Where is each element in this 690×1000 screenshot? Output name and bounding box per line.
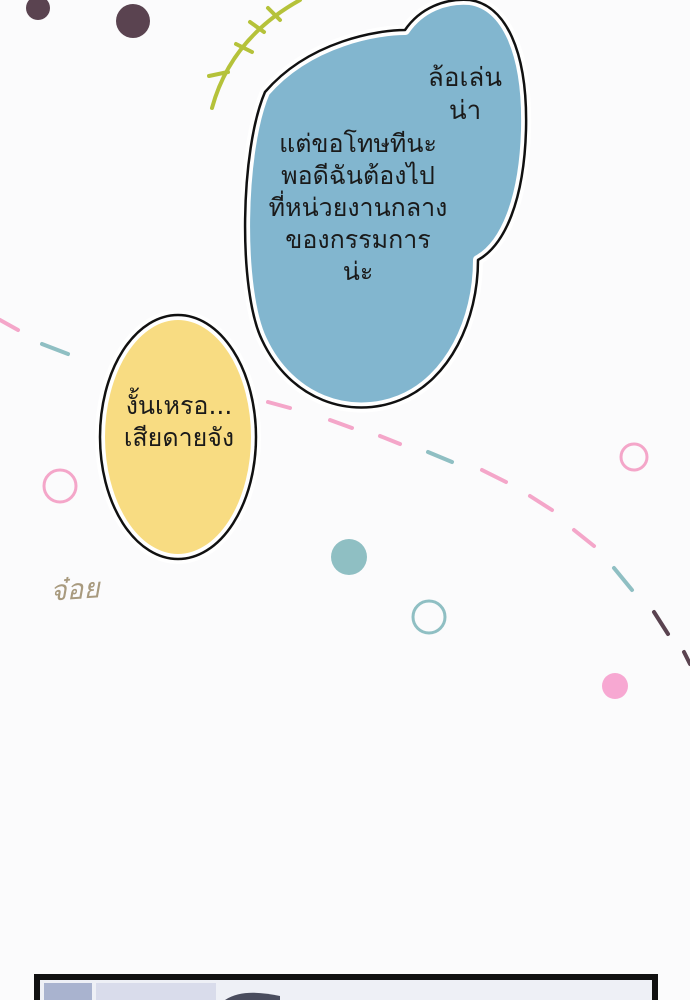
dark-dot-1 — [26, 0, 50, 20]
pink-dot — [602, 673, 628, 699]
dark-dot-2 — [116, 4, 150, 38]
speech-text-apology: แต่ขอโทษทีนะ พอดีฉันต้องไป ที่หน่วยงานกล… — [268, 129, 448, 286]
pink-ring-right — [619, 442, 649, 472]
teal-dot — [331, 539, 367, 575]
speech-text-joking: ล้อเล่น น่า — [427, 63, 503, 127]
speech-text-disappointed: งั้นเหรอ... เสียดายจัง — [123, 391, 235, 452]
pink-ring-left — [42, 468, 78, 504]
sound-effect-text: จ๋อย — [48, 571, 101, 608]
teal-ring — [411, 599, 447, 635]
next-panel-edge — [34, 974, 658, 1000]
